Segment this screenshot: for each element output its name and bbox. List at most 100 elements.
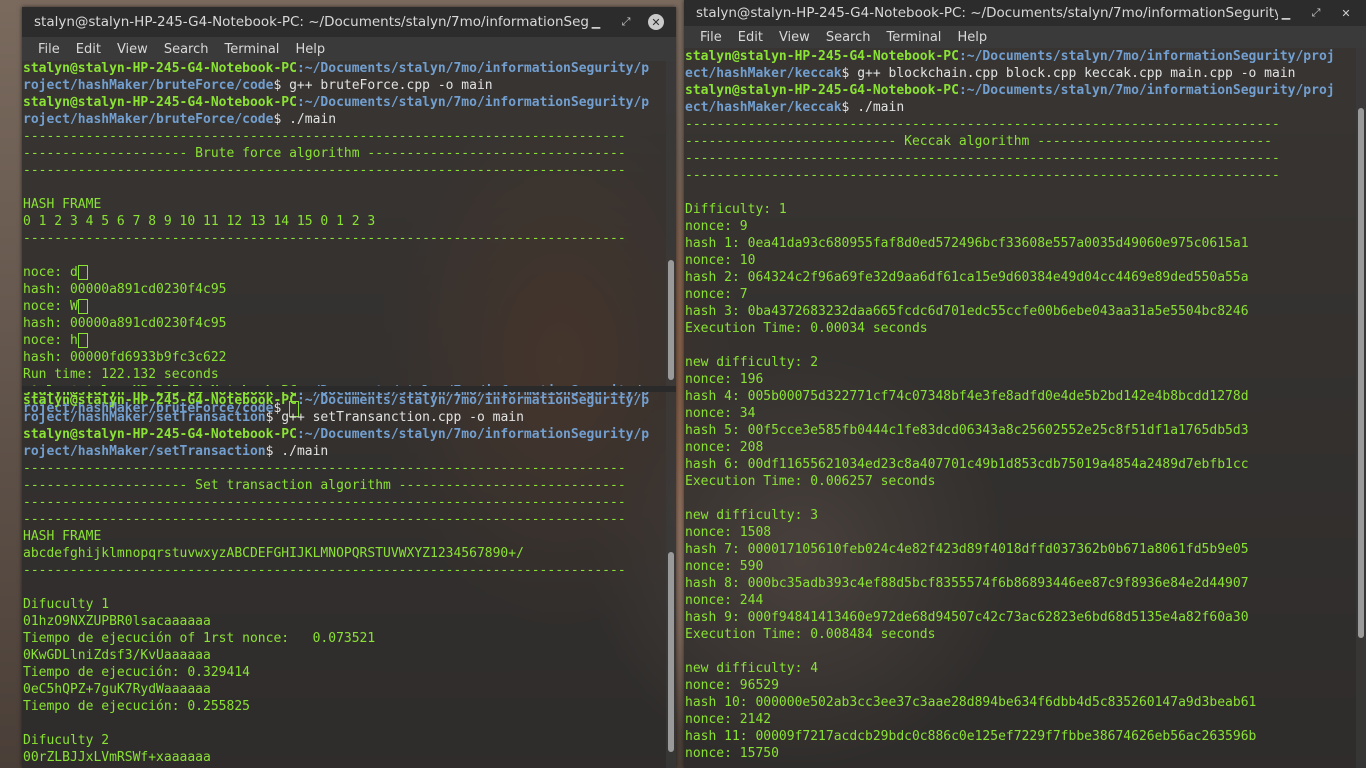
terminal-line: 0eC5hQPZ+7guK7RydWaaaaaa — [23, 681, 666, 698]
scrollbar-thumb[interactable] — [1358, 108, 1364, 638]
terminal-line: hash 4: 005b00075d322771cf74c07348bf4e3f… — [685, 388, 1356, 405]
terminal-line: HASH FRAME — [23, 196, 666, 213]
menubar-left: File Edit View Search Terminal Help — [22, 37, 676, 61]
terminal-line: ----------------------------------------… — [23, 460, 666, 477]
output-text: 0eC5hQPZ+7guK7RydWaaaaaa — [23, 682, 211, 697]
terminal-line: ect/hashMaker/keccak$ ./main — [685, 99, 1356, 116]
scrollbar-top[interactable] — [666, 60, 676, 386]
output-text: ----------------------------------------… — [23, 563, 626, 578]
command-text: $ g++ setTransanction.cpp -o main — [265, 410, 524, 425]
terminal-line: nonce: 1508 — [685, 524, 1356, 541]
prompt-path: roject/hashMaker/bruteForce/code — [23, 112, 274, 127]
menu-edit[interactable]: Edit — [68, 42, 109, 57]
menu-file[interactable]: File — [692, 30, 730, 45]
output-text: HASH FRAME — [23, 197, 102, 212]
output-text: ----------------------------------------… — [23, 163, 626, 178]
terminal-line: hash 10: 000000e502ab3cc3ee37c3aae28d894… — [685, 694, 1356, 711]
close-icon[interactable]: ✕ — [648, 14, 664, 30]
menu-view[interactable]: View — [771, 30, 818, 45]
menu-help[interactable]: Help — [949, 30, 995, 45]
menu-terminal[interactable]: Terminal — [878, 30, 949, 45]
output-text: HASH FRAME — [23, 529, 102, 544]
output-text: hash 4: 005b00075d322771cf74c07348bf4e3f… — [685, 389, 1249, 404]
output-text: hash 2: 064324c2f96a69fe32d9aa6df61ca15e… — [685, 270, 1249, 285]
output-text: Tiempo de ejecución: 0.255825 — [23, 699, 250, 714]
menu-view[interactable]: View — [109, 42, 156, 57]
terminal-line: stalyn@stalyn-HP-245-G4-Notebook-PC:~/Do… — [685, 48, 1356, 65]
close-icon[interactable]: ✕ — [1338, 5, 1354, 21]
terminal-line: hash: 00000fd6933b9fc3c622 — [23, 349, 666, 366]
maximize-icon[interactable]: ⤢ — [1308, 5, 1324, 21]
terminal-line: Execution Time: 0.006257 seconds — [685, 473, 1356, 490]
menu-file[interactable]: File — [30, 42, 68, 57]
window-title: stalyn@stalyn-HP-245-G4-Notebook-PC: ~/D… — [696, 5, 1278, 21]
output-text: 0 1 2 3 4 5 6 7 8 9 10 11 12 13 14 15 0 … — [23, 214, 376, 229]
terminal-line: new difficulty: 2 — [685, 354, 1356, 371]
minimize-icon[interactable]: ▁ — [1278, 5, 1294, 21]
titlebar-right[interactable]: stalyn@stalyn-HP-245-G4-Notebook-PC: ~/D… — [684, 0, 1366, 26]
maximize-icon[interactable]: ⤢ — [618, 14, 634, 30]
output-text: nonce: 208 — [685, 440, 764, 455]
terminal-pane-top[interactable]: stalyn@stalyn-HP-245-G4-Notebook-PC :~/Do… — [22, 60, 666, 417]
terminal-line: hash 7: 000017105610feb024c4e82f423d89f4… — [685, 541, 1356, 558]
output-text: nonce: 590 — [685, 559, 764, 574]
output-text: nonce: 196 — [685, 372, 764, 387]
output-text: hash 3: 0ba4372683232daa665fcdc6d701edc5… — [685, 304, 1249, 319]
output-text: ----------------------------------------… — [685, 168, 1280, 183]
menu-search[interactable]: Search — [818, 30, 879, 45]
terminal-line: --------------------------- Keccak algor… — [685, 133, 1356, 150]
terminal-line: ----------------------------------------… — [23, 128, 666, 145]
output-text: ----------------------------------------… — [685, 151, 1280, 166]
titlebar-left[interactable]: stalyn@stalyn-HP-245-G4-Notebook-PC: ~/D… — [22, 7, 676, 37]
terminal-line: ----------------------------------------… — [23, 162, 666, 179]
menu-terminal[interactable]: Terminal — [216, 42, 287, 57]
terminal-line: HASH FRAME — [23, 528, 666, 545]
minimize-icon[interactable]: ▁ — [588, 14, 604, 30]
menu-help[interactable]: Help — [287, 42, 333, 57]
terminal-line: hash 1: 0ea41da93c680955faf8d0ed572496bc… — [685, 235, 1356, 252]
scrollbar-thumb[interactable] — [668, 260, 674, 380]
terminal-line: stalyn@stalyn-HP-245-G4-Notebook-PC:~/Do… — [23, 94, 666, 111]
output-text: hash: 00000a891cd0230f4c95 — [23, 316, 227, 331]
terminal-line: nonce: 196 — [685, 371, 1356, 388]
terminal-pane-bottom[interactable]: stalyn@stalyn-HP-245-G4-Notebook-PC:~/Do… — [22, 392, 666, 768]
output-text: Run time: 122.132 seconds — [23, 367, 219, 382]
output-text: hash 11: 00009f7217acdcb29bdc0c886c0e125… — [685, 729, 1257, 744]
menu-search[interactable]: Search — [156, 42, 217, 57]
output-text: ----------------------------------------… — [23, 495, 626, 510]
terminal-line: hash 5: 00f5cce3e585fb0444c1fe83dcd06343… — [685, 422, 1356, 439]
scrollbar-bottom[interactable] — [666, 392, 676, 768]
output-text: nonce: 10 — [685, 253, 756, 268]
prompt-path: :~/Documents/stalyn/7mo/informationSegur… — [296, 61, 650, 76]
output-text: hash 1: 0ea41da93c680955faf8d0ed572496bc… — [685, 236, 1249, 251]
output-text: nonce: 1508 — [685, 525, 772, 540]
menu-edit[interactable]: Edit — [730, 30, 771, 45]
prompt-path: :~/Documents/stalyn/7mo/informationSegur… — [958, 83, 1335, 98]
output-text: noce: d — [23, 265, 78, 280]
output-text: nonce: 34 — [685, 406, 756, 421]
command-text: $ g++ bruteForce.cpp -o main — [273, 78, 493, 93]
scrollbar-thumb[interactable] — [668, 552, 674, 752]
terminal-pane-right[interactable]: stalyn@stalyn-HP-245-G4-Notebook-PC :~/Do… — [684, 48, 1356, 768]
terminal-line: Tiempo de ejecución of 1rst nonce: 0.073… — [23, 630, 666, 647]
terminal-line: nonce: 9 — [685, 218, 1356, 235]
window-title: stalyn@stalyn-HP-245-G4-Notebook-PC: ~/D… — [34, 14, 588, 30]
command-text: $ ./main — [841, 100, 905, 115]
output-text: 01hzO9NXZUPBR0lsacaaaaaa — [23, 614, 211, 629]
terminal-window-right[interactable]: stalyn@stalyn-HP-245-G4-Notebook-PC: ~/D… — [684, 0, 1366, 768]
terminal-line: roject/hashMaker/setTransaction$ ./main — [23, 443, 666, 460]
scrollbar-right[interactable] — [1356, 48, 1366, 768]
terminal-line: hash 11: 00009f7217acdcb29bdc0c886c0e125… — [685, 728, 1356, 745]
prompt-user: stalyn@stalyn-HP-245-G4-Notebook-PC — [23, 95, 297, 110]
command-text: $ g++ blockchain.cpp block.cpp keccak.cp… — [841, 66, 1296, 81]
prompt-path: :~/Documents/stalyn/7mo/informationSegur… — [296, 427, 650, 442]
prompt-user: stalyn@stalyn-HP-245-G4-Notebook-PC — [685, 49, 959, 64]
terminal-line: nonce: 244 — [685, 592, 1356, 609]
terminal-line: stalyn@stalyn-HP-245-G4-Notebook-PC:~/Do… — [23, 392, 666, 409]
terminal-line: ----------------------------------------… — [23, 562, 666, 579]
terminal-window-left[interactable]: stalyn@stalyn-HP-245-G4-Notebook-PC: ~/D… — [22, 7, 676, 768]
